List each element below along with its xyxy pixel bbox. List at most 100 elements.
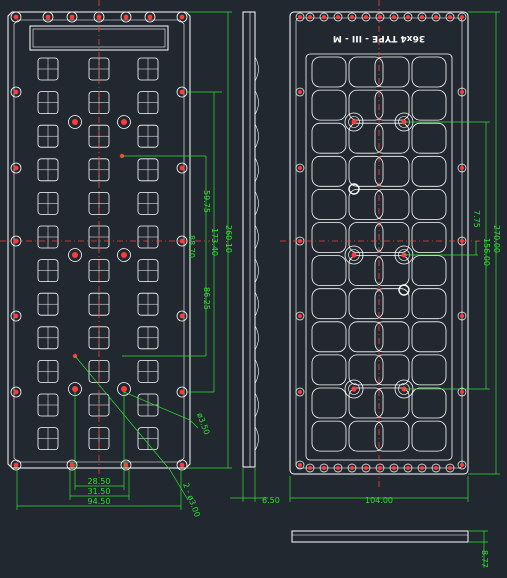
boss-hole: [344, 245, 364, 265]
lens-profile: [254, 90, 259, 115]
lens-cell: [37, 124, 59, 148]
lens-cell: [137, 191, 159, 215]
lens-profile: [254, 157, 259, 182]
front-dimensions: [16, 11, 268, 510]
mounting-hole: [144, 11, 156, 23]
mounting-hole: [305, 12, 315, 22]
mounting-hole: [42, 11, 54, 23]
lens-cell: [311, 354, 347, 386]
mounting-hole: [295, 12, 305, 22]
lens-cell: [411, 354, 447, 386]
dim-hole-note: 2 - ø3.00: [181, 482, 202, 519]
lens-cell: [374, 222, 410, 253]
mounting-hole: [403, 12, 413, 22]
lens-cell: [311, 155, 347, 187]
dim-back-h-a: 7.75: [472, 210, 481, 228]
dim-h-pitch-b: 173.40: [210, 228, 219, 256]
lens-cell: [311, 188, 347, 220]
lens-cell: [411, 387, 447, 419]
pin-hole: [117, 115, 131, 129]
lens-cell: [348, 155, 384, 187]
lens-cell: [37, 259, 59, 283]
lens-profile: [254, 191, 259, 216]
lens-profile: [254, 426, 259, 451]
mounting-hole: [347, 12, 357, 22]
lens-profile: [254, 292, 259, 317]
mounting-hole: [176, 162, 188, 174]
lens-cell: [411, 89, 447, 121]
dim-hole-dia: ø3.50: [195, 412, 211, 436]
lens-cell: [137, 57, 159, 81]
front-lens-grid: [37, 57, 159, 451]
dim-h-pitch-a: 59.75: [202, 190, 211, 213]
lens-cell: [37, 359, 59, 383]
lens-cell: [137, 326, 159, 350]
mounting-hole: [361, 12, 371, 22]
pin-hole: [68, 115, 82, 129]
mounting-hole: [66, 11, 78, 23]
centerlines: [0, 0, 480, 490]
lens-cell: [411, 255, 447, 287]
lens-cell: [37, 91, 59, 114]
lens-cell: [374, 89, 410, 121]
dim-back-width: 104.00: [365, 496, 393, 505]
dim-w-inner: 28.50: [88, 477, 111, 486]
back-mounting-holes: [295, 12, 467, 473]
lens-cell: [37, 57, 59, 81]
mounting-hole: [10, 162, 22, 174]
lens-cell: [137, 225, 159, 249]
mounting-hole: [176, 86, 188, 98]
lens-cell: [374, 56, 410, 88]
side-view-lens-profile: [254, 56, 259, 451]
lens-cell: [411, 122, 447, 154]
lens-cell: [411, 222, 447, 253]
dim-h-total: 260.10: [224, 225, 233, 253]
lens-cell: [137, 359, 159, 383]
mounting-hole: [431, 12, 441, 22]
bottom-view-body: [291, 530, 469, 543]
lens-profile: [254, 392, 259, 418]
lens-cell: [374, 420, 410, 452]
mounting-hole: [10, 386, 22, 398]
lens-cell: [411, 188, 447, 220]
lens-cell: [348, 420, 384, 452]
lens-profile: [254, 56, 259, 82]
lens-cell: [348, 222, 384, 253]
lens-cell: [137, 124, 159, 148]
lens-cell: [37, 292, 59, 316]
mounting-hole: [445, 12, 455, 22]
pin-hole: [68, 248, 82, 262]
mounting-hole: [375, 12, 385, 22]
lens-profile: [254, 325, 259, 350]
lens-cell: [348, 255, 384, 287]
mounting-hole: [120, 11, 132, 23]
mounting-hole: [10, 310, 22, 322]
mounting-hole: [295, 311, 305, 321]
lens-cell: [311, 56, 347, 88]
lens-cell: [137, 259, 159, 283]
hole-leader: [123, 391, 199, 429]
lens-cell: [311, 321, 347, 353]
lens-cell: [374, 155, 410, 187]
lens-cell: [311, 122, 347, 154]
dim-back-h-total: 270.00: [492, 225, 501, 253]
lens-cell: [348, 387, 384, 419]
mounting-hole: [389, 12, 399, 22]
lens-cell: [137, 91, 159, 114]
lens-cell: [374, 288, 410, 320]
lens-cell: [37, 191, 59, 215]
lens-cell: [137, 292, 159, 316]
lens-cell: [411, 155, 447, 187]
lens-cell: [411, 420, 447, 452]
lens-cell: [374, 255, 410, 287]
mounting-hole: [333, 12, 343, 22]
lens-cell: [311, 387, 347, 419]
lens-cell: [311, 420, 347, 452]
dim-h-pitch-c: 88.70: [187, 235, 196, 258]
locator-hole: [398, 284, 410, 296]
dim-w-outer: 94.50: [88, 497, 111, 506]
dim-bottom-height: 8.77: [480, 550, 489, 568]
boss-hole: [344, 379, 364, 399]
lens-cell: [374, 188, 410, 220]
lens-cell: [311, 288, 347, 320]
